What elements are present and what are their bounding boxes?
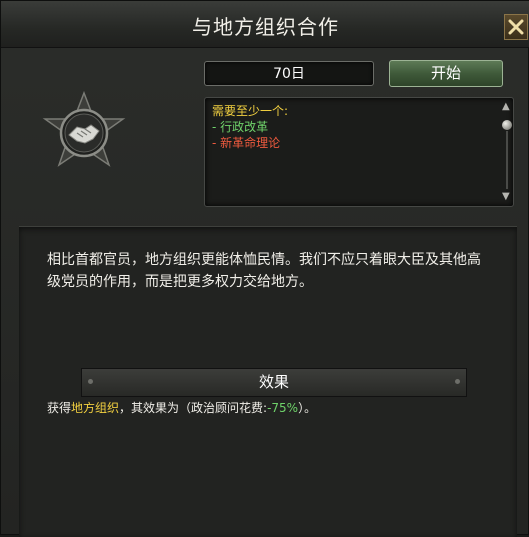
requirement-item: - 行政改革	[212, 120, 269, 134]
close-button[interactable]	[504, 14, 528, 40]
duration-display: 70日	[204, 61, 374, 86]
requirements-heading: 需要至少一个:	[212, 104, 289, 118]
decision-window: 与地方组织合作 70日 开始 需要至少一个: - 行政改革 - 新革命理论 ▲ …	[0, 0, 529, 537]
scroll-up-icon[interactable]: ▲	[502, 102, 510, 112]
close-icon	[508, 19, 524, 35]
effect-value: -75%	[267, 401, 299, 415]
window-title: 与地方组织合作	[192, 15, 339, 39]
rivet-icon	[455, 379, 460, 384]
title-bar: 与地方组织合作	[1, 1, 529, 48]
effect-middle: ，其效果为（政治顾问花费:	[119, 401, 268, 415]
requirements-panel: 需要至少一个: - 行政改革 - 新革命理论 ▲ ▼	[204, 97, 514, 207]
start-button[interactable]: 开始	[389, 60, 503, 87]
requirement-item: - 新革命理论	[212, 136, 281, 150]
handshake-emblem-icon	[41, 90, 127, 177]
decision-description: 相比首都官员，地方组织更能体恤民情。我们不应只着眼大臣及其他高级党员的作用，而是…	[47, 252, 481, 290]
effect-suffix: ）。	[298, 401, 317, 415]
effects-header-label: 效果	[258, 373, 289, 391]
scrollbar-track[interactable]	[506, 131, 508, 189]
idea-link[interactable]: 地方组织	[71, 401, 119, 415]
rivet-icon	[88, 379, 93, 384]
scroll-down-icon[interactable]: ▼	[502, 192, 510, 202]
effect-prefix: 获得	[47, 401, 72, 415]
effects-header: 效果	[81, 368, 467, 397]
scrollbar-thumb[interactable]	[502, 120, 512, 130]
effect-line: 获得地方组织，其效果为（政治顾问花费:-75%）。	[47, 399, 316, 416]
